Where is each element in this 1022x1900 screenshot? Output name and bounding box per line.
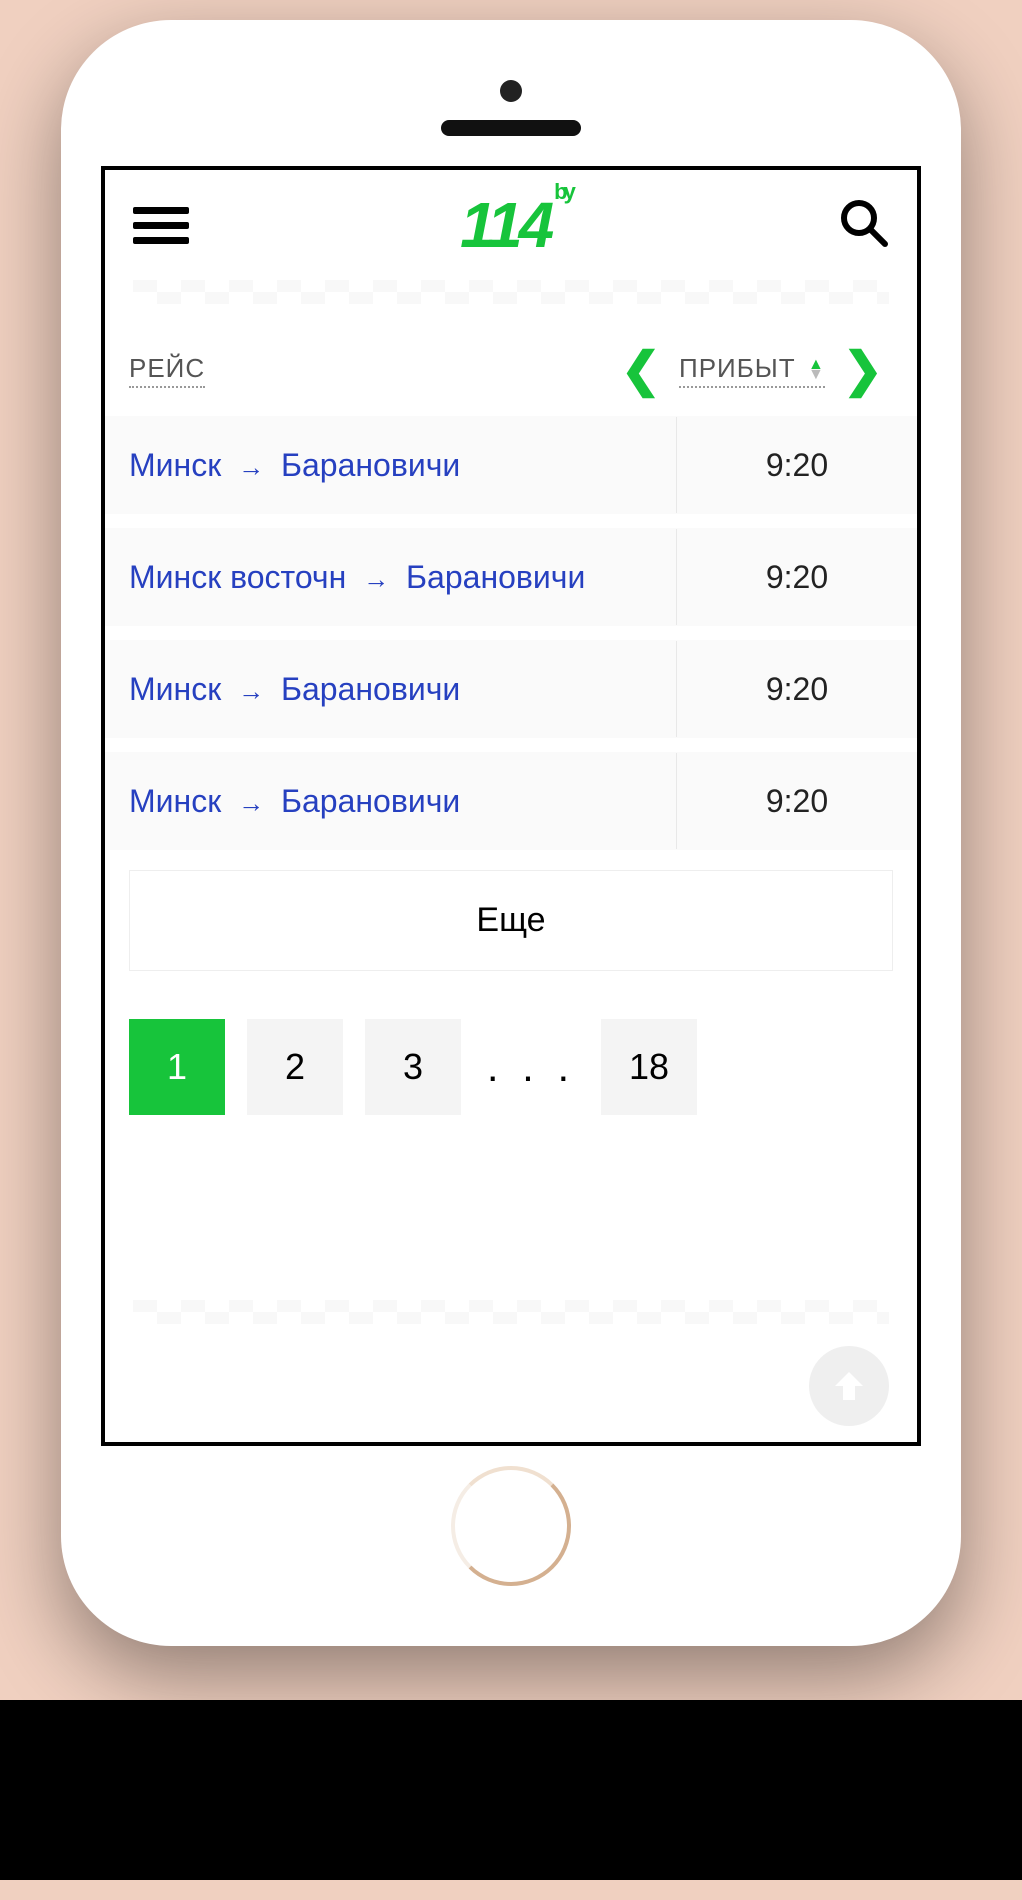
phone-frame: 114by РЕЙС ❮ ПРИБЫТ ▲▼ ❯ Минск → Баранов…: [61, 20, 961, 1646]
camera-dot: [500, 80, 522, 102]
table-row[interactable]: Минск → Барановичи 9:20: [105, 416, 917, 514]
route-cell: Минск → Барановичи: [105, 753, 677, 849]
time-cell: 9:20: [677, 647, 917, 732]
column-route-header[interactable]: РЕЙС: [129, 353, 205, 388]
route-cell: Минск → Барановичи: [105, 641, 677, 737]
checker-divider: [133, 1300, 889, 1324]
load-more-button[interactable]: Еще: [129, 870, 893, 971]
page-3[interactable]: 3: [365, 1019, 461, 1115]
column-arrival-header[interactable]: ПРИБЫТ ▲▼: [679, 353, 825, 388]
pagination: 1 2 3 . . . 18: [105, 991, 917, 1143]
logo-text: 114: [460, 189, 550, 261]
arrow-right-icon: →: [355, 564, 397, 594]
page-ellipsis: . . .: [483, 1019, 579, 1115]
chevron-left-icon[interactable]: ❮: [611, 342, 671, 398]
arrow-up-icon: [829, 1366, 869, 1406]
route-to: Барановичи: [281, 671, 460, 707]
speaker-slot: [441, 120, 581, 136]
search-icon[interactable]: [839, 198, 889, 253]
route-to: Барановичи: [281, 447, 460, 483]
sort-icon: ▲▼: [808, 360, 825, 380]
route-cell: Минск → Барановичи: [105, 417, 677, 513]
chevron-right-icon[interactable]: ❯: [833, 342, 893, 398]
page-1[interactable]: 1: [129, 1019, 225, 1115]
table-row[interactable]: Минск восточн → Барановичи 9:20: [105, 528, 917, 626]
route-cell: Минск восточн → Барановичи: [105, 529, 677, 625]
phone-top: [91, 50, 931, 146]
arrow-right-icon: →: [230, 452, 272, 482]
table-row[interactable]: Минск → Барановичи 9:20: [105, 640, 917, 738]
home-button[interactable]: [451, 1466, 571, 1586]
route-from: Минск: [129, 671, 221, 707]
arrow-right-icon: →: [230, 676, 272, 706]
route-from: Минск восточн: [129, 559, 346, 595]
app-logo: 114by: [460, 188, 568, 262]
logo-suffix: by: [554, 179, 572, 204]
scroll-top-button[interactable]: [809, 1346, 889, 1426]
table-headers: РЕЙС ❮ ПРИБЫТ ▲▼ ❯: [105, 312, 917, 416]
route-from: Минск: [129, 447, 221, 483]
route-to: Барановичи: [281, 783, 460, 819]
routes-table: Минск → Барановичи 9:20 Минск восточн → …: [105, 416, 917, 850]
top-bar: 114by: [105, 170, 917, 272]
route-from: Минск: [129, 783, 221, 819]
time-cell: 9:20: [677, 423, 917, 508]
shadow: [0, 1700, 1022, 1880]
route-to: Барановичи: [406, 559, 585, 595]
page-last[interactable]: 18: [601, 1019, 697, 1115]
time-cell: 9:20: [677, 535, 917, 620]
checker-divider: [133, 280, 889, 304]
page-2[interactable]: 2: [247, 1019, 343, 1115]
time-cell: 9:20: [677, 759, 917, 844]
app-screen: 114by РЕЙС ❮ ПРИБЫТ ▲▼ ❯ Минск → Баранов…: [101, 166, 921, 1446]
menu-icon[interactable]: [133, 199, 189, 252]
table-row[interactable]: Минск → Барановичи 9:20: [105, 752, 917, 850]
arrow-right-icon: →: [230, 788, 272, 818]
